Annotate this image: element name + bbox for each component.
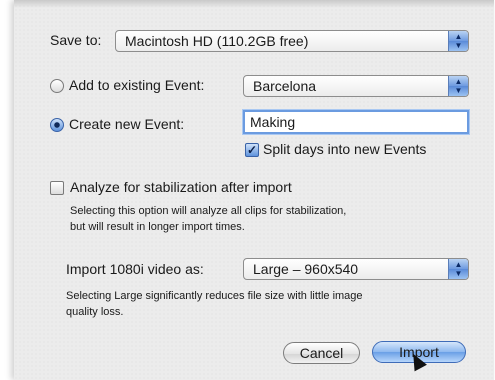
up-down-arrows-icon: ▲ ▼ xyxy=(448,76,468,96)
import-1080i-value: Large – 960x540 xyxy=(253,261,359,277)
save-to-popup[interactable]: Macintosh HD (110.2GB free) ▲ ▼ xyxy=(115,30,469,52)
import-1080i-help-line1: Selecting Large significantly reduces fi… xyxy=(66,290,363,302)
import-1080i-help-line2: quality loss. xyxy=(66,306,124,318)
sheet-top-shadow xyxy=(14,0,494,8)
create-new-event-label: Create new Event: xyxy=(69,116,185,132)
stabilization-label: Analyze for stabilization after import xyxy=(70,179,292,195)
add-existing-event-radio[interactable] xyxy=(50,79,64,93)
add-existing-event-label: Add to existing Event: xyxy=(69,77,205,93)
cancel-button[interactable]: Cancel xyxy=(283,342,360,364)
up-down-arrows-icon: ▲ ▼ xyxy=(448,31,468,51)
create-new-event-radio[interactable] xyxy=(50,118,64,132)
checkmark-icon: ✓ xyxy=(246,143,258,157)
up-down-arrows-icon: ▲ ▼ xyxy=(448,259,468,279)
save-to-value: Macintosh HD (110.2GB free) xyxy=(125,33,309,49)
import-1080i-label: Import 1080i video as: xyxy=(66,261,204,277)
stabilization-help-line2: but will result in longer import times. xyxy=(70,221,245,233)
split-days-checkbox[interactable]: ✓ xyxy=(245,143,259,157)
new-event-name-field[interactable]: Making xyxy=(243,110,469,134)
stabilization-checkbox[interactable] xyxy=(50,181,64,195)
import-1080i-popup[interactable]: Large – 960x540 ▲ ▼ xyxy=(243,258,469,280)
existing-event-popup[interactable]: Barcelona ▲ ▼ xyxy=(243,75,469,97)
save-to-label: Save to: xyxy=(50,32,102,48)
existing-event-value: Barcelona xyxy=(253,78,317,94)
split-days-label: Split days into new Events xyxy=(263,141,427,157)
stabilization-help-line1: Selecting this option will analyze all c… xyxy=(70,205,347,217)
